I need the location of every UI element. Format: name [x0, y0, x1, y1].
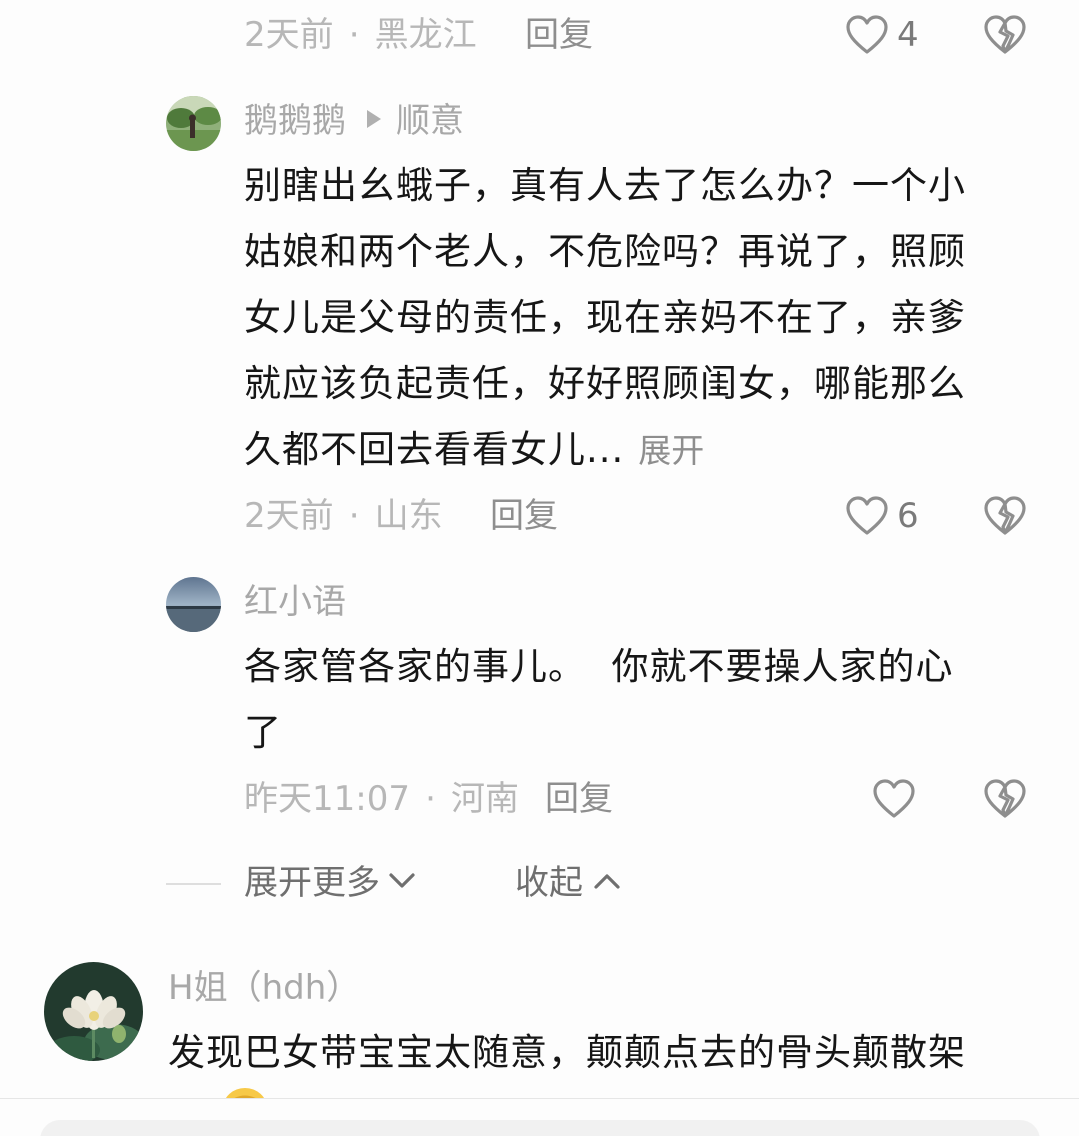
meta-separator: ·	[348, 496, 360, 536]
comment-time: 昨天11:07	[244, 779, 410, 819]
reply-button[interactable]: 回复	[525, 15, 593, 55]
broken-heart-icon[interactable]	[983, 495, 1027, 537]
comment-meta-row: 2天前 · 黑龙江	[244, 15, 477, 55]
collapse-label: 收起	[515, 863, 583, 903]
heart-outline-icon[interactable]	[845, 14, 889, 56]
expand-more-button[interactable]: 展开更多	[244, 863, 416, 903]
reply-button[interactable]: 回复	[545, 779, 613, 819]
comment-line: 各家管各家的事儿。 你就不要操人家的心	[244, 645, 954, 688]
reply-button[interactable]: 回复	[490, 496, 558, 536]
collapse-button[interactable]: 收起	[515, 863, 621, 903]
like-count: 6	[897, 496, 919, 536]
comment-line: 了	[244, 711, 282, 754]
thread-divider	[166, 883, 221, 885]
comment-line: 发现巴女带宝宝太随意，颠颠点去的骨头颠散架	[168, 1031, 966, 1074]
chevron-up-icon	[593, 872, 621, 894]
comment-screen: 2天前 · 黑龙江 回复 4 鹅鹅鹅 顺意 别瞎出幺蛾子，真有人去了怎么办？一个…	[0, 0, 1079, 1136]
comment-text: 发现巴女带宝宝太随意，颠颠点去的骨头颠散架	[168, 1020, 1048, 1086]
comment-time: 2天前	[244, 496, 334, 536]
comment-line: 姑娘和两个老人，不危险吗？再说了，照顾	[244, 230, 966, 273]
comment-line: 别瞎出幺蛾子，真有人去了怎么办？一个小	[244, 164, 966, 207]
expand-more-label: 展开更多	[244, 863, 380, 903]
broken-heart-icon[interactable]	[983, 14, 1027, 56]
play-triangle-icon	[366, 109, 382, 133]
comment-time: 2天前	[244, 15, 334, 55]
username[interactable]: 鹅鹅鹅	[244, 101, 346, 141]
avatar[interactable]	[166, 96, 221, 151]
comment-text: 各家管各家的事儿。 你就不要操人家的心 了	[244, 634, 1044, 766]
comment-line: 女儿是父母的责任，现在亲妈不在了，亲爹	[244, 296, 966, 339]
bottom-divider	[0, 1098, 1079, 1099]
avatar[interactable]	[44, 962, 143, 1061]
chevron-down-icon	[388, 872, 416, 894]
heart-outline-icon[interactable]	[845, 495, 889, 537]
comment-meta-row: 昨天11:07 · 河南	[244, 779, 519, 819]
comment-location: 黑龙江	[374, 15, 477, 55]
emoji-icon	[220, 1086, 270, 1098]
username[interactable]: H姐（hdh）	[168, 968, 360, 1008]
comment-text: 别瞎出幺蛾子，真有人去了怎么办？一个小 姑娘和两个老人，不危险吗？再说了，照顾 …	[244, 153, 1044, 484]
comment-line-last: 久都不回去看看女儿... 展开	[244, 417, 1044, 484]
comment-location: 山东	[374, 496, 443, 536]
comment-meta-row: 2天前 · 山东	[244, 496, 443, 536]
heart-outline-icon[interactable]	[872, 778, 916, 820]
expand-text-link[interactable]: 展开	[638, 431, 704, 470]
like-count: 4	[897, 15, 919, 55]
username[interactable]: 红小语	[244, 582, 346, 622]
reply-to-username[interactable]: 顺意	[396, 101, 464, 141]
comment-location: 河南	[450, 779, 519, 819]
meta-separator: ·	[425, 779, 436, 819]
meta-separator: ·	[348, 15, 360, 55]
comment-line: 就应该负起责任，好好照顾闺女，哪能那么	[244, 362, 966, 405]
comment-header: 鹅鹅鹅 顺意	[244, 101, 464, 141]
avatar[interactable]	[166, 577, 221, 632]
comment-line: 久都不回去看看女儿...	[244, 428, 625, 471]
comment-input[interactable]	[40, 1120, 1040, 1136]
broken-heart-icon[interactable]	[983, 778, 1027, 820]
